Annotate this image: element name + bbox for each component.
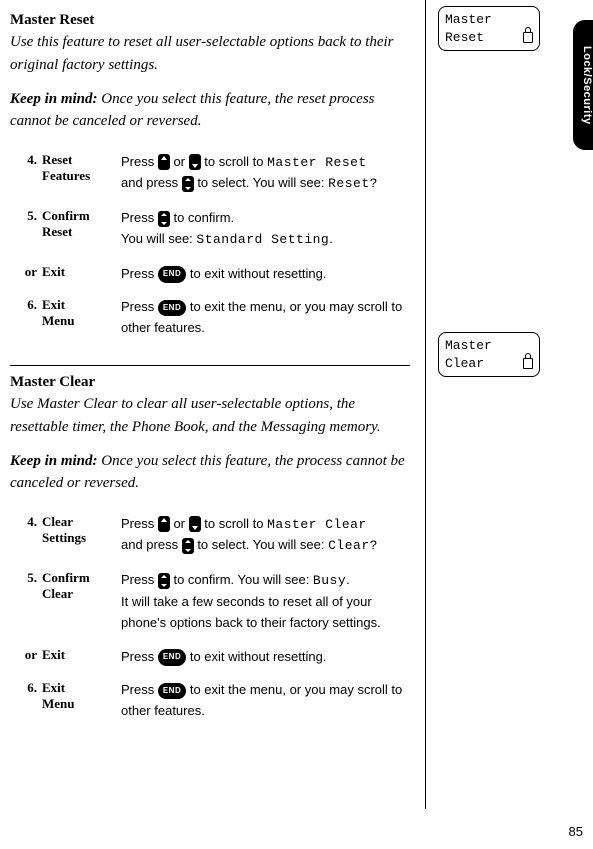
step-description: Press END to exit without resetting. (120, 263, 410, 297)
end-key-icon: END (158, 266, 186, 283)
step-label: ClearSettings (41, 513, 120, 570)
table-row: 5.ConfirmClearPress to confirm. You will… (10, 569, 410, 645)
table-row: 4.ClearSettingsPress or to scroll to Mas… (10, 513, 410, 570)
step-number: or (10, 263, 41, 297)
nav-key-icon (182, 538, 194, 554)
section-body: Use this feature to reset all user-selec… (10, 31, 410, 78)
nav-key-icon (182, 176, 194, 192)
section-divider (10, 365, 410, 366)
end-key-icon: END (158, 649, 186, 666)
step-description: Press END to exit the menu, or you may s… (120, 679, 410, 734)
keep-in-mind: Keep in mind: Once you select this featu… (10, 88, 410, 133)
step-number: 5. (10, 207, 41, 263)
step-description: Press or to scroll to Master Clearand pr… (120, 513, 410, 570)
table-row: orExitPress END to exit without resettin… (10, 263, 410, 297)
table-row: 6.ExitMenuPress END to exit the menu, or… (10, 296, 410, 351)
step-description: Press END to exit the menu, or you may s… (120, 296, 410, 351)
steps-table: 4.ClearSettingsPress or to scroll to Mas… (10, 513, 410, 734)
step-description: Press to confirm. You will see: Busy.It … (120, 569, 410, 645)
display-text: Reset? (328, 176, 378, 191)
nav-up-icon (158, 154, 170, 170)
section-title: Master Clear (10, 374, 410, 391)
nav-key-icon (158, 211, 170, 227)
step-label: ExitMenu (41, 296, 120, 351)
step-number: 6. (10, 296, 41, 351)
table-row: 6.ExitMenuPress END to exit the menu, or… (10, 679, 410, 734)
step-label: ConfirmClear (41, 569, 120, 645)
display-line-1: Master (445, 11, 533, 29)
display-text: Standard Setting (196, 232, 329, 247)
step-label: ExitMenu (41, 679, 120, 734)
step-number: 4. (10, 151, 41, 208)
table-row: 4.ResetFeaturesPress or to scroll to Mas… (10, 151, 410, 208)
phone-display-box: MasterClear (438, 332, 540, 377)
lock-icon (523, 358, 533, 369)
step-description: Press END to exit without resetting. (120, 646, 410, 680)
nav-down-icon (189, 516, 201, 532)
steps-table: 4.ResetFeaturesPress or to scroll to Mas… (10, 151, 410, 352)
step-description: Press or to scroll to Master Resetand pr… (120, 151, 410, 208)
step-label: Exit (41, 263, 120, 297)
step-label: ConfirmReset (41, 207, 120, 263)
step-label: Exit (41, 646, 120, 680)
section-title: Master Reset (10, 12, 410, 29)
end-key-icon: END (158, 300, 186, 317)
nav-up-icon (158, 516, 170, 532)
display-line-1: Master (445, 337, 533, 355)
step-label: ResetFeatures (41, 151, 120, 208)
lock-icon (523, 32, 533, 43)
step-number: 4. (10, 513, 41, 570)
nav-key-icon (158, 573, 170, 589)
step-number: 6. (10, 679, 41, 734)
display-text: Clear? (328, 538, 378, 553)
display-line-2: Clear (445, 355, 533, 373)
step-number: 5. (10, 569, 41, 645)
page-number: 85 (569, 824, 583, 839)
vertical-divider (425, 0, 426, 809)
end-key-icon: END (158, 683, 186, 700)
phone-display-box: MasterReset (438, 6, 540, 51)
display-text: Master Clear (267, 517, 367, 532)
step-number: or (10, 646, 41, 680)
nav-down-icon (189, 154, 201, 170)
section-body: Use Master Clear to clear all user-selec… (10, 393, 410, 440)
table-row: 5.ConfirmResetPress to confirm.You will … (10, 207, 410, 263)
display-text: Master Reset (267, 155, 367, 170)
step-description: Press to confirm.You will see: Standard … (120, 207, 410, 263)
display-text: Busy (313, 573, 346, 588)
table-row: orExitPress END to exit without resettin… (10, 646, 410, 680)
keep-in-mind: Keep in mind: Once you select this featu… (10, 450, 410, 495)
display-line-2: Reset (445, 29, 533, 47)
section-tab: Lock/Security (573, 20, 593, 150)
